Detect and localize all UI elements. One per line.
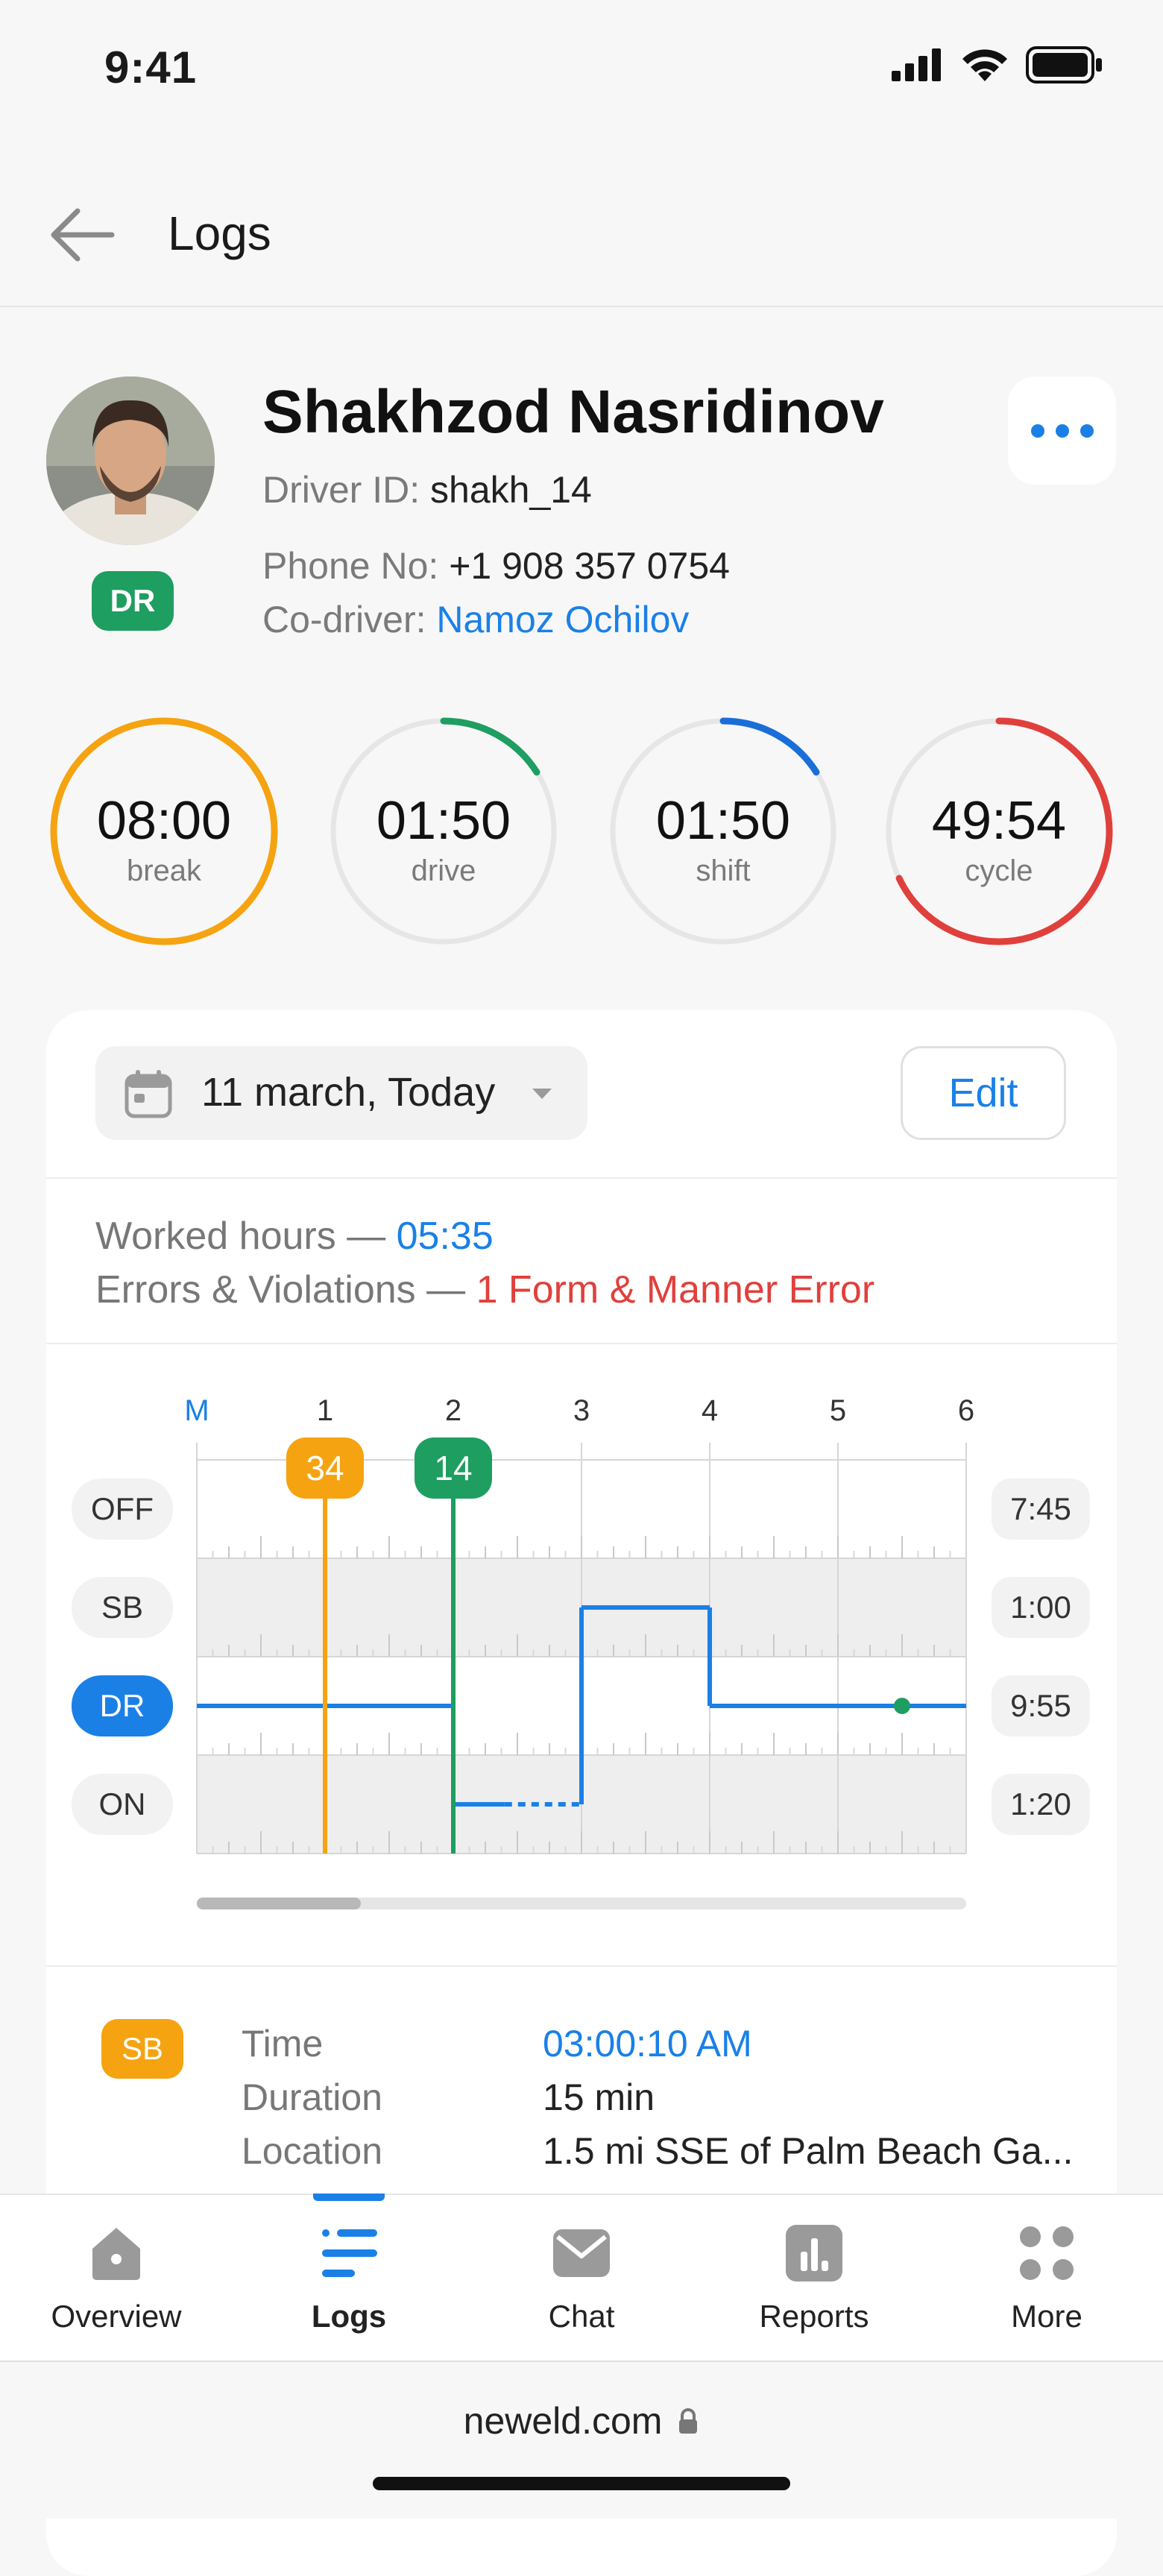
hour-label: 2: [444, 1394, 462, 1427]
chart-marker[interactable]: 14: [415, 1437, 492, 1499]
lock-icon: [679, 2408, 698, 2434]
row-total-off: 7:45: [992, 1478, 1090, 1540]
nav-label: Logs: [311, 2299, 387, 2334]
row-total-on: 1:20: [992, 1774, 1090, 1835]
nav-label: Overview: [51, 2299, 182, 2334]
nav-label: Reports: [759, 2299, 869, 2334]
event-location-value: 1.5 mi SSE of Palm Beach Ga...: [543, 2130, 1074, 2172]
url-display[interactable]: neweld.com: [0, 2399, 1163, 2443]
home-indicator[interactable]: [373, 2477, 790, 2490]
nav-overview[interactable]: Overview: [19, 2222, 213, 2334]
row-label-on[interactable]: ON: [72, 1774, 173, 1835]
hour-label: M: [184, 1394, 209, 1427]
home-icon: [92, 2228, 140, 2280]
nav-label: Chat: [548, 2299, 615, 2334]
event-location-label: Location: [242, 2130, 383, 2172]
event-duration-label: Duration: [242, 2076, 382, 2118]
event-time-value[interactable]: 03:00:10 AM: [543, 2022, 752, 2065]
hour-label: 1: [316, 1394, 334, 1427]
nav-chat[interactable]: Chat: [485, 2222, 678, 2334]
chart-marker[interactable]: 34: [286, 1437, 364, 1499]
nav-logs[interactable]: Logs: [252, 2222, 446, 2334]
row-total-dr: 9:55: [992, 1675, 1090, 1736]
row-label-off[interactable]: OFF: [72, 1478, 173, 1540]
log-graph[interactable]: [0, 0, 1163, 1939]
row-total-sb: 1:00: [992, 1577, 1090, 1638]
hour-label: 6: [957, 1394, 975, 1427]
event-time-label: Time: [242, 2023, 324, 2065]
hour-label: 4: [701, 1394, 719, 1427]
graph-scrollbar-thumb[interactable]: [197, 1898, 361, 1909]
active-tab-indicator: [313, 2194, 385, 2201]
divider: [46, 1965, 1117, 1967]
reports-icon: [786, 2225, 842, 2281]
row-label-sb[interactable]: SB: [72, 1577, 173, 1638]
hour-label: 5: [829, 1394, 847, 1427]
nav-more[interactable]: More: [950, 2222, 1144, 2334]
hour-label: 3: [573, 1394, 590, 1427]
logs-icon: [322, 2229, 377, 2277]
current-position-dot: [894, 1698, 910, 1714]
event-duration-value: 15 min: [543, 2076, 655, 2118]
grid-icon: [1020, 2226, 1074, 2280]
nav-label: More: [1011, 2299, 1082, 2334]
nav-reports[interactable]: Reports: [717, 2222, 911, 2334]
url-text: neweld.com: [463, 2400, 663, 2442]
chat-icon: [553, 2229, 610, 2277]
row-label-dr[interactable]: DR: [72, 1675, 173, 1736]
event-status-badge: SB: [101, 2019, 183, 2079]
